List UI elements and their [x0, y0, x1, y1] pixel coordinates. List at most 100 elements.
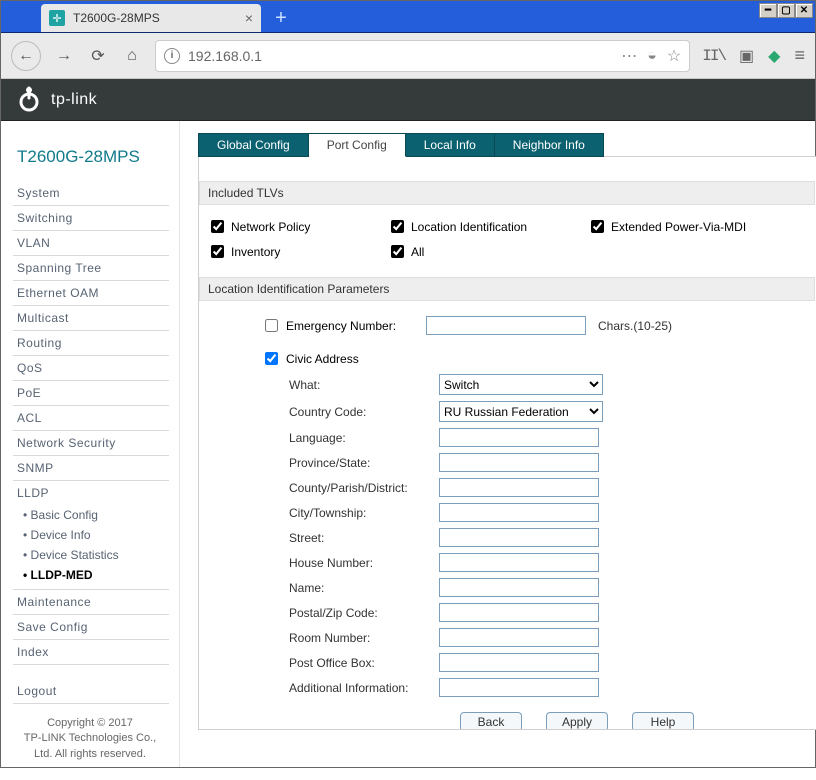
- new-tab-button[interactable]: +: [267, 4, 295, 32]
- protection-shield-icon[interactable]: ◆: [768, 46, 780, 66]
- nav-reload-button[interactable]: ⟳: [87, 45, 109, 67]
- row-city: City/Township:: [199, 500, 815, 525]
- browser-tab[interactable]: ✛ T2600G-28MPS ×: [41, 4, 261, 32]
- sidebar-item-snmp[interactable]: SNMP: [13, 456, 169, 481]
- window-minimize-button[interactable]: ━: [759, 3, 777, 18]
- room-input[interactable]: [439, 628, 599, 647]
- tlv-network-policy[interactable]: Network Policy: [207, 217, 387, 236]
- nav-home-button[interactable]: ⌂: [121, 45, 143, 67]
- tab-port-config[interactable]: Port Config: [309, 133, 406, 157]
- shield-icon[interactable]: ◒: [647, 47, 657, 65]
- field-label: Language:: [199, 431, 439, 445]
- content-scroll[interactable]: Included TLVs Network Policy Location Id…: [198, 156, 816, 730]
- language-input[interactable]: [439, 428, 599, 447]
- sidebar-sub-lldp-med[interactable]: • LLDP-MED: [13, 565, 169, 585]
- emergency-checkbox[interactable]: [265, 319, 278, 332]
- name-input[interactable]: [439, 578, 599, 597]
- tlv-inventory[interactable]: Inventory: [207, 242, 387, 261]
- row-county: County/Parish/District:: [199, 475, 815, 500]
- tlv-label: Inventory: [231, 245, 280, 259]
- pobox-input[interactable]: [439, 653, 599, 672]
- sidebar-sub-device-statistics[interactable]: • Device Statistics: [13, 545, 169, 565]
- tlv-label: Network Policy: [231, 220, 310, 234]
- apply-button[interactable]: Apply: [546, 712, 608, 730]
- sidebar-item-logout[interactable]: Logout: [13, 679, 169, 704]
- url-text: 192.168.0.1: [188, 48, 613, 64]
- row-room: Room Number:: [199, 625, 815, 650]
- what-select[interactable]: Switch: [439, 374, 603, 395]
- app-body: T2600G-28MPS System Switching VLAN Spann…: [1, 121, 815, 767]
- sidebar-sub-basic-config[interactable]: • Basic Config: [13, 505, 169, 525]
- county-input[interactable]: [439, 478, 599, 497]
- tab-neighbor-info[interactable]: Neighbor Info: [495, 133, 604, 157]
- tlv-checkbox[interactable]: [211, 220, 224, 233]
- window-buttons: ━ ▢ ✕: [759, 3, 813, 18]
- site-info-icon[interactable]: i: [164, 48, 180, 64]
- civic-label: Civic Address: [286, 352, 359, 366]
- city-input[interactable]: [439, 503, 599, 522]
- location-params: Emergency Number: Chars.(10-25) Civic Ad…: [199, 309, 815, 730]
- sidebar-item-qos[interactable]: QoS: [13, 356, 169, 381]
- sidebar-icon[interactable]: ▣: [739, 46, 754, 66]
- tlv-checkbox[interactable]: [391, 245, 404, 258]
- sidebar-sub-device-info[interactable]: • Device Info: [13, 525, 169, 545]
- help-button[interactable]: Help: [632, 712, 694, 730]
- sidebar-item-switching[interactable]: Switching: [13, 206, 169, 231]
- row-province: Province/State:: [199, 450, 815, 475]
- sidebar-item-network-security[interactable]: Network Security: [13, 431, 169, 456]
- inner-tabs: Global Config Port Config Local Info Nei…: [198, 133, 816, 157]
- lldp-submenu: • Basic Config • Device Info • Device St…: [13, 505, 169, 590]
- sidebar-item-lldp[interactable]: LLDP: [13, 481, 169, 505]
- nav-list: System Switching VLAN Spanning Tree Ethe…: [1, 181, 179, 704]
- postal-input[interactable]: [439, 603, 599, 622]
- sidebar-item-spanning-tree[interactable]: Spanning Tree: [13, 256, 169, 281]
- tlv-checkbox[interactable]: [591, 220, 604, 233]
- tlv-extended-power[interactable]: Extended Power-Via-MDI: [587, 217, 807, 236]
- sidebar-item-routing[interactable]: Routing: [13, 331, 169, 356]
- sidebar-item-index[interactable]: Index: [13, 640, 169, 665]
- window-maximize-button[interactable]: ▢: [777, 3, 795, 18]
- tlv-all[interactable]: All: [387, 242, 587, 261]
- field-label: Additional Information:: [199, 681, 439, 695]
- nav-forward-button[interactable]: →: [53, 45, 75, 67]
- field-label: County/Parish/District:: [199, 481, 439, 495]
- house-number-input[interactable]: [439, 553, 599, 572]
- app-header: tp-link: [1, 79, 815, 121]
- tlv-checkbox[interactable]: [391, 220, 404, 233]
- tab-close-icon[interactable]: ×: [245, 10, 253, 26]
- province-input[interactable]: [439, 453, 599, 472]
- url-bar[interactable]: i 192.168.0.1 ⋯ ◒ ☆: [155, 40, 690, 72]
- additional-input[interactable]: [439, 678, 599, 697]
- sidebar-item-system[interactable]: System: [13, 181, 169, 206]
- sidebar-item-save-config[interactable]: Save Config: [13, 615, 169, 640]
- row-name: Name:: [199, 575, 815, 600]
- emergency-input[interactable]: [426, 316, 586, 335]
- tab-local-info[interactable]: Local Info: [406, 133, 495, 157]
- sidebar-sub-label: Device Info: [31, 528, 91, 542]
- civic-checkbox[interactable]: [265, 352, 278, 365]
- tab-global-config[interactable]: Global Config: [198, 133, 309, 157]
- country-select[interactable]: RU Russian Federation: [439, 401, 603, 422]
- tlv-checkbox[interactable]: [211, 245, 224, 258]
- sidebar-item-multicast[interactable]: Multicast: [13, 306, 169, 331]
- street-input[interactable]: [439, 528, 599, 547]
- sidebar-item-vlan[interactable]: VLAN: [13, 231, 169, 256]
- row-emergency-number: Emergency Number: Chars.(10-25): [199, 313, 815, 338]
- nav-back-button[interactable]: ←: [11, 41, 41, 71]
- library-icon[interactable]: II\: [702, 47, 725, 65]
- bookmark-star-icon[interactable]: ☆: [667, 46, 681, 66]
- window-close-button[interactable]: ✕: [795, 3, 813, 18]
- sidebar: T2600G-28MPS System Switching VLAN Spann…: [1, 121, 179, 767]
- row-additional: Additional Information:: [199, 675, 815, 700]
- sidebar-item-maintenance[interactable]: Maintenance: [13, 590, 169, 615]
- field-label: Province/State:: [199, 456, 439, 470]
- sidebar-item-acl[interactable]: ACL: [13, 406, 169, 431]
- back-button[interactable]: Back: [460, 712, 522, 730]
- page-actions-icon[interactable]: ⋯: [621, 46, 637, 66]
- tlv-location-identification[interactable]: Location Identification: [387, 217, 587, 236]
- sidebar-item-ethernet-oam[interactable]: Ethernet OAM: [13, 281, 169, 306]
- country-label: Country Code:: [199, 405, 439, 419]
- sidebar-item-poe[interactable]: PoE: [13, 381, 169, 406]
- field-label: House Number:: [199, 556, 439, 570]
- menu-icon[interactable]: ≡: [794, 45, 805, 66]
